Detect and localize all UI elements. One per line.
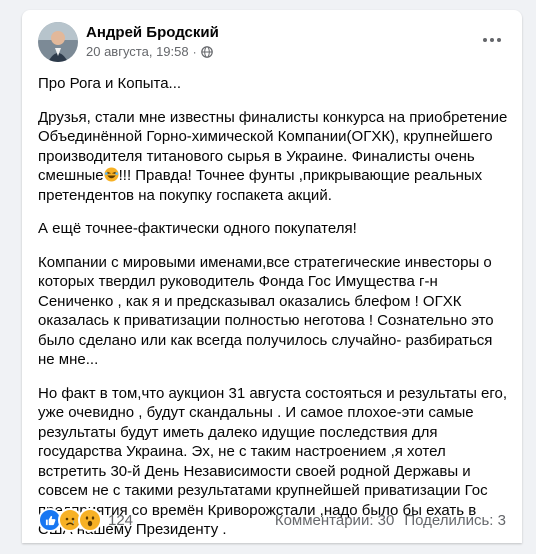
globe-icon[interactable] xyxy=(200,45,213,58)
post-paragraph: Компании с мировыми именами,все стратеги… xyxy=(38,253,494,369)
post-paragraph: Друзья, стали мне известны финалисты кон… xyxy=(38,108,508,206)
laughing-emoji-icon xyxy=(104,167,119,182)
post-footer: 124 Комментарии: 30 Поделились: 3 xyxy=(38,508,506,532)
reaction-icons xyxy=(38,508,102,532)
post-paragraph: Про Рога и Копыта... xyxy=(38,75,182,92)
post-card: Андрей Бродский 20 августа, 19:58 · Про … xyxy=(22,10,522,543)
more-horizontal-icon[interactable] xyxy=(474,22,510,58)
author-name[interactable]: Андрей Бродский xyxy=(86,24,219,41)
meta-separator: · xyxy=(192,44,197,59)
shares-count[interactable]: Поделились: 3 xyxy=(404,512,506,529)
post-timestamp[interactable]: 20 августа, 19:58 xyxy=(86,44,189,59)
post-header: Андрей Бродский 20 августа, 19:58 · xyxy=(38,22,506,62)
wow-icon xyxy=(78,508,102,532)
comments-count[interactable]: Комментарии: 30 xyxy=(275,512,395,529)
post-paragraph: А ещё точнее-фактически одного покупател… xyxy=(38,220,357,237)
post-meta: 20 августа, 19:58 · xyxy=(86,44,213,59)
post-stats: Комментарии: 30 Поделились: 3 xyxy=(275,512,506,529)
reactions-summary[interactable]: 124 xyxy=(38,508,133,532)
post-body: Про Рога и Копыта... Друзья, стали мне и… xyxy=(38,74,508,554)
reaction-count[interactable]: 124 xyxy=(108,512,133,529)
author-avatar[interactable] xyxy=(38,22,78,62)
